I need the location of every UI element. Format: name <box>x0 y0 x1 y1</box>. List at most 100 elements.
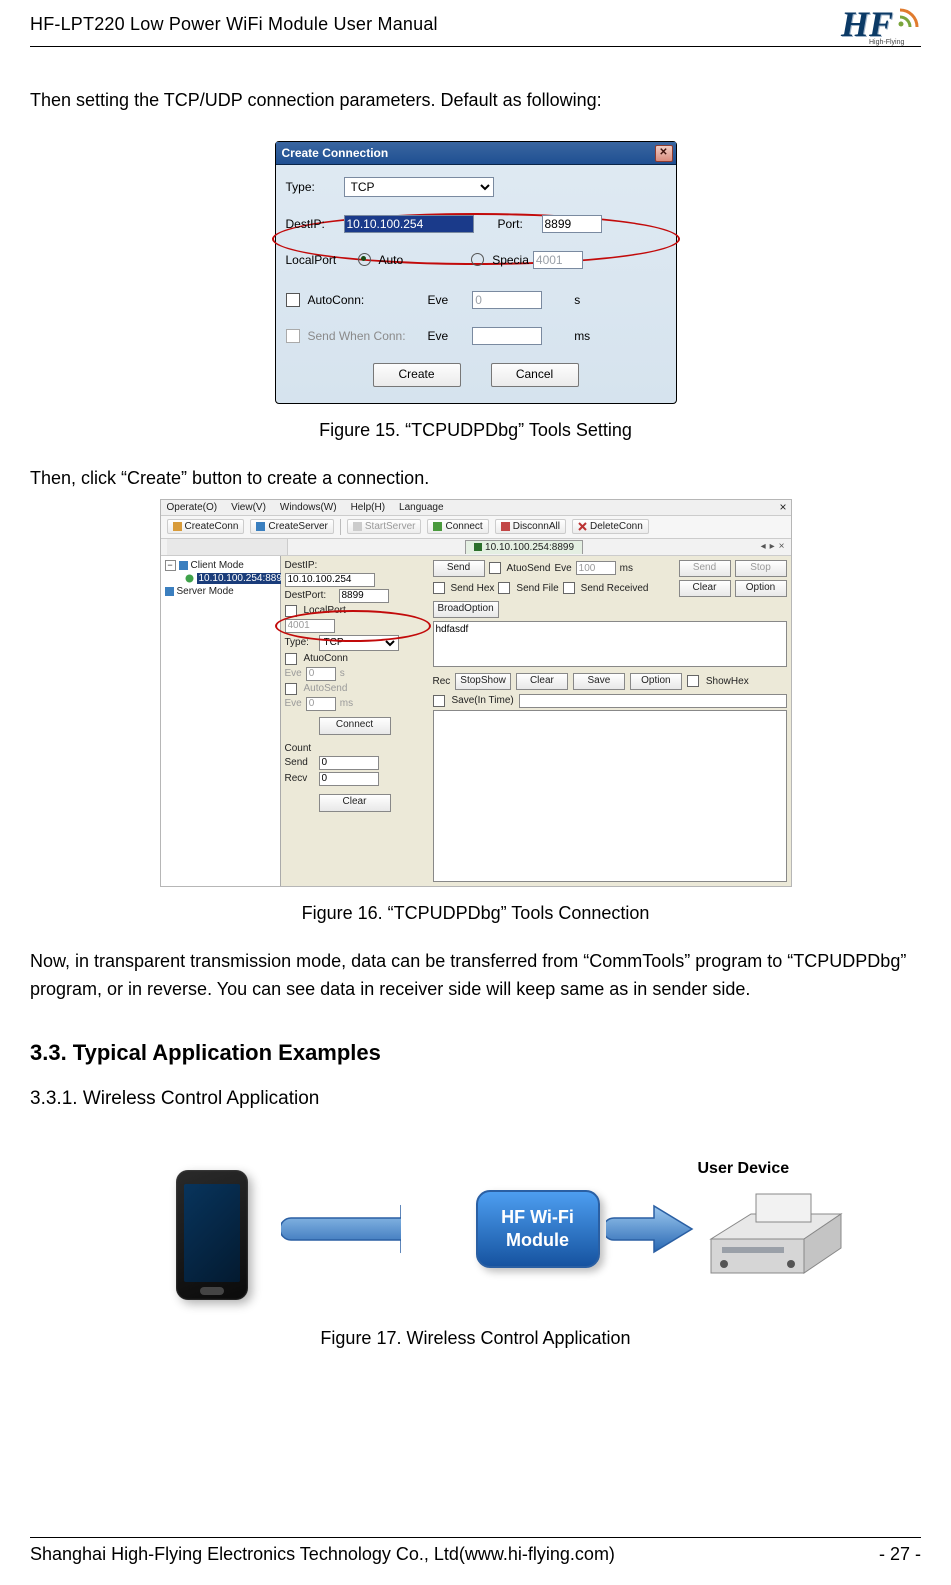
figure-16-caption: Figure 16. “TCPUDPDbg” Tools Connection <box>30 903 921 924</box>
sub-header: 10.10.100.254:8899 ◂ ▸ × <box>161 539 791 556</box>
send-option-button[interactable]: Option <box>735 580 787 597</box>
stopshow-button[interactable]: StopShow <box>455 673 511 690</box>
port-input[interactable] <box>542 215 602 233</box>
save-path-input[interactable] <box>519 694 787 708</box>
lp-localport-label: LocalPort <box>304 605 346 616</box>
send-receive-pane: Send AtuoSend Eve ms Send Stop Send Hex … <box>429 556 791 886</box>
stop-button[interactable]: Stop <box>735 560 787 577</box>
menu-language[interactable]: Language <box>399 502 444 513</box>
startserver-button[interactable]: StartServer <box>347 519 422 534</box>
doc-title: HF-LPT220 Low Power WiFi Module User Man… <box>30 6 438 35</box>
auto-label: Auto <box>379 253 404 267</box>
sendwhen-value-input[interactable] <box>472 327 542 345</box>
recv-clear-button[interactable]: Clear <box>516 673 568 690</box>
recv-option-button[interactable]: Option <box>630 673 682 690</box>
menu-windows[interactable]: Windows(W) <box>280 502 337 513</box>
page-footer: Shanghai High-Flying Electronics Technol… <box>30 1537 921 1565</box>
autoconn-value-input[interactable] <box>472 291 542 309</box>
collapse-icon[interactable]: − <box>165 560 176 571</box>
destip-input[interactable] <box>344 215 474 233</box>
createconn-button[interactable]: CreateConn <box>167 519 245 534</box>
autoconn-checkbox[interactable] <box>286 293 300 307</box>
sendwhenconn-checkbox[interactable] <box>286 329 300 343</box>
section-heading: 3.3. Typical Application Examples <box>30 1040 921 1066</box>
sendhex-checkbox[interactable] <box>433 582 445 594</box>
savein-checkbox[interactable] <box>433 695 445 707</box>
pager-close-icon[interactable]: × <box>779 541 785 552</box>
lp-recv-value[interactable] <box>319 772 379 786</box>
lp-eve1-input[interactable] <box>306 667 336 681</box>
lp-localport-checkbox[interactable] <box>285 605 297 617</box>
logo-subtext: High-Flying <box>869 39 904 46</box>
user-device-icon <box>696 1184 851 1284</box>
connect-button[interactable]: Connect <box>427 519 488 534</box>
menu-help[interactable]: Help(H) <box>351 502 385 513</box>
lp-destip-input[interactable] <box>285 573 375 587</box>
pager-prev-icon[interactable]: ◂ <box>761 541 766 552</box>
eve-label: Eve <box>554 563 571 574</box>
toolbar: CreateConn CreateServer StartServer Conn… <box>161 516 791 539</box>
menu-operate[interactable]: Operate(O) <box>167 502 218 513</box>
tab-pager: ◂ ▸ × <box>761 541 785 552</box>
cancel-button[interactable]: Cancel <box>491 363 579 387</box>
send-clear-button[interactable]: Clear <box>679 580 731 597</box>
lp-recv-label: Recv <box>285 773 315 784</box>
autoconn-unit: s <box>574 293 580 307</box>
disconnall-button[interactable]: DisconnAll <box>495 519 566 534</box>
lp-eve2-input[interactable] <box>306 697 336 711</box>
connection-tab[interactable]: 10.10.100.254:8899 <box>465 540 583 554</box>
logo-text: HF <box>841 6 893 42</box>
window-close-icon[interactable]: × <box>779 500 786 514</box>
menu-view[interactable]: View(V) <box>231 502 266 513</box>
arrow-icon <box>281 1204 401 1254</box>
connect-icon <box>433 522 442 531</box>
lp-type-label: Type: <box>285 637 315 648</box>
lp-count-label: Count <box>285 743 425 754</box>
lp-send-value[interactable] <box>319 756 379 770</box>
lp-send-label: Send <box>285 757 315 768</box>
lp-type-select[interactable]: TCP <box>319 635 399 651</box>
tree-server-mode[interactable]: Server Mode <box>165 586 276 597</box>
save-button[interactable]: Save <box>573 673 625 690</box>
special-port-input[interactable] <box>533 251 583 269</box>
createserver-button[interactable]: CreateServer <box>250 519 333 534</box>
lp-localport-input[interactable] <box>285 619 335 633</box>
send2-button[interactable]: Send <box>679 560 731 577</box>
brand-logo: HF High-Flying <box>841 6 921 42</box>
lp-destport-input[interactable] <box>339 589 389 603</box>
sendreceived-label: Send Received <box>581 583 649 594</box>
autoconn-eve-label: Eve <box>428 293 449 307</box>
tab-status-icon <box>474 543 482 551</box>
deleteconn-button[interactable]: DeleteConn <box>572 519 649 534</box>
folder-icon <box>179 561 188 570</box>
figure-17-caption: Figure 17. Wireless Control Application <box>30 1328 921 1349</box>
disconnall-icon <box>501 522 510 531</box>
auto-radio[interactable] <box>358 253 371 266</box>
properties-pane-header <box>167 539 288 555</box>
autosend-checkbox[interactable] <box>489 562 501 574</box>
eve-input[interactable] <box>576 561 616 575</box>
create-button[interactable]: Create <box>373 363 461 387</box>
close-icon[interactable]: ✕ <box>655 145 673 162</box>
tree-client-item[interactable]: 10.10.100.254:8899 <box>165 573 276 584</box>
type-select[interactable]: TCP <box>344 177 494 197</box>
savein-label: Save(In Time) <box>452 695 514 706</box>
lp-autoconn-checkbox[interactable] <box>285 653 297 665</box>
pager-next-icon[interactable]: ▸ <box>770 541 775 552</box>
special-radio[interactable] <box>471 253 484 266</box>
lp-connect-button[interactable]: Connect <box>319 717 391 735</box>
footer-company: Shanghai High-Flying Electronics Technol… <box>30 1544 615 1565</box>
showhex-checkbox[interactable] <box>687 675 699 687</box>
receive-textarea[interactable] <box>433 710 787 882</box>
destip-label: DestIP: <box>286 217 340 231</box>
tree-client-mode[interactable]: − Client Mode <box>165 560 276 571</box>
sendfile-checkbox[interactable] <box>498 582 510 594</box>
lp-autosend-checkbox[interactable] <box>285 683 297 695</box>
send-textarea[interactable]: hdfasdf <box>433 621 787 667</box>
lp-clear-button[interactable]: Clear <box>319 794 391 812</box>
send-button[interactable]: Send <box>433 560 485 577</box>
sendreceived-checkbox[interactable] <box>563 582 575 594</box>
broadoption-button[interactable]: BroadOption <box>433 601 499 618</box>
showhex-label: ShowHex <box>706 676 749 687</box>
port-label: Port: <box>498 217 538 231</box>
